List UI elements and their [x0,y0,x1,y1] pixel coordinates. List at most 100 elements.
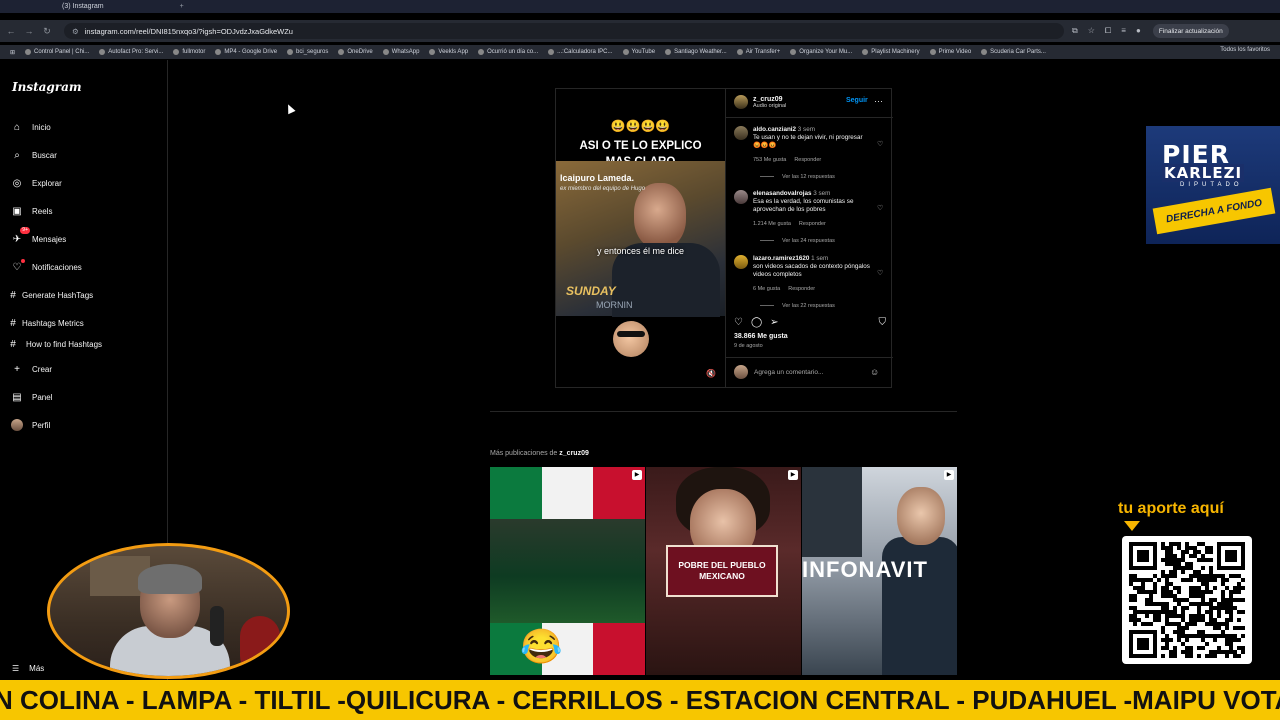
bookmark-item[interactable]: Prime Video [929,49,971,55]
comment-likes[interactable]: 1.214 Me gusta [753,221,791,227]
favicon-icon [215,49,222,55]
bookmark-item[interactable]: Santiago Weather... [665,49,727,55]
qr-module [1201,614,1205,618]
commenter-avatar[interactable] [734,126,748,140]
bookmark-item[interactable]: bci_seguros [287,49,328,55]
commenter-name[interactable]: lazaro.ramirez1620 [753,255,809,262]
likes-count[interactable]: 38.866 Me gusta [734,333,788,340]
update-button[interactable]: Finalizar actualización [1152,24,1229,38]
back-icon[interactable]: ← [4,26,18,36]
media-icon[interactable]: ≡ [1121,26,1126,36]
sidebar-item-crear[interactable]: + Crear [10,362,52,376]
sidebar-item-hashtags-metrics[interactable]: # Hashtags Metrics [6,316,84,330]
comment-input[interactable]: Agrega un comentario... [754,369,823,376]
qr-module [1185,622,1189,626]
qr-module [1153,618,1157,622]
new-tab-icon[interactable]: + [180,3,184,10]
bookmark-item[interactable]: OneDrive [338,49,373,55]
sidebar-item-mensajes[interactable]: ✈ 9+ Mensajes [10,227,66,246]
reel-video[interactable]: 😃😃😃😃 ASI O TE LO EXPLICOMAS CLARO lcaipu… [556,89,725,387]
commenter-avatar[interactable] [734,255,748,269]
more-posts-user[interactable]: z_cruz09 [559,450,589,457]
author-name[interactable]: z_cruz09 [753,96,786,103]
bookmark-item[interactable]: Ocurrió un día co... [478,49,538,55]
bookmark-item[interactable]: Control Panel | Chi... [25,49,89,55]
view-replies-button[interactable]: Ver las 24 respuestas [760,238,835,244]
sidebar-item-buscar[interactable]: ⌕ Buscar [10,148,57,162]
reply-button[interactable]: Responder [788,286,815,292]
qr-module [1181,630,1185,634]
audio-label[interactable]: Audio original [753,103,786,109]
follow-button[interactable]: Seguir [846,97,868,104]
sidebar-item-notificaciones[interactable]: ♡ Notificaciones [10,259,82,274]
bookmark-item[interactable]: Air Transfer+ [736,49,780,55]
sidebar-item-how-to-find-hashtags[interactable]: # How to find Hashtags [6,337,102,351]
qr-module [1177,630,1181,634]
comment-time: 3 sem [813,190,831,197]
site-info-icon[interactable]: ⚙ [72,27,79,36]
qr-module [1161,654,1165,658]
bookmark-item[interactable]: Veekls App [429,49,468,55]
post-thumbnail[interactable]: INFONAVIT ▶ [802,467,957,675]
logo-line2: KARLEZI [1162,164,1245,182]
bookmark-item[interactable]: Scuderia Car Parts... [981,49,1046,55]
emoji-picker-icon[interactable]: ☺ [870,367,879,377]
bookmark-item[interactable]: Playlist Machinery [862,49,920,55]
bookmark-item[interactable]: ...:Calculadora IPC... [548,49,613,55]
save-bookmark-icon[interactable]: ⛉ [879,317,887,328]
qr-module [1189,574,1193,578]
sidebar-item-explorar[interactable]: ◎ Explorar [10,176,62,190]
sidebar-item-mas[interactable]: ☰ Más [12,664,44,673]
apps-icon[interactable]: ⊞ [10,49,15,56]
bookmark-star-icon[interactable]: ☆ [1088,26,1095,36]
comment-like-heart-icon[interactable]: ♡ [877,204,883,212]
background-chair [240,616,280,676]
commenter-name[interactable]: aldo.canziani2 [753,126,796,133]
mute-icon[interactable]: 🔇 [706,369,716,378]
sidebar-item-panel[interactable]: ▤ Panel [10,390,52,404]
like-heart-icon[interactable]: ♡ [734,317,743,328]
bookmark-item[interactable]: WhatsApp [382,49,419,55]
comment-icon[interactable]: ◯ [751,317,762,328]
browser-tab[interactable]: (3) Instagram [56,3,110,10]
bookmark-item[interactable]: fullmotor [173,49,205,55]
commenter-name[interactable]: elenasandovalrojas [753,190,811,197]
post-thumbnail[interactable]: 😂 ▶ [490,467,645,675]
comment-likes[interactable]: 753 Me gusta [753,157,786,163]
install-icon[interactable]: ⧉ [1072,26,1078,36]
reply-button[interactable]: Responder [799,221,826,227]
bookmark-item[interactable]: YouTube [622,49,655,55]
comment-like-heart-icon[interactable]: ♡ [877,269,883,277]
profile-icon[interactable]: ● [1136,26,1141,36]
qr-module [1193,594,1197,598]
url-field[interactable]: ⚙ instagram.com/reel/DNI815nxqo3/?igsh=O… [64,23,1064,39]
sidebar-item-perfil[interactable]: Perfil [10,418,50,432]
bookmark-item[interactable]: Organize Your Mu... [790,49,852,55]
more-options-icon[interactable]: ⋯ [874,96,883,107]
extensions-icon[interactable]: ⧠ [1105,26,1111,36]
reload-icon[interactable]: ↻ [40,26,54,37]
forward-icon[interactable]: → [22,26,36,36]
qr-module [1189,594,1193,598]
sidebar-item-inicio[interactable]: ⌂ Inicio [10,120,51,134]
sidebar-item-reels[interactable]: ▣ Reels [10,204,52,218]
view-replies-button[interactable]: Ver las 12 respuestas [760,174,835,180]
commenter-avatar[interactable] [734,190,748,204]
share-icon[interactable]: ➢ [770,317,778,328]
author-avatar[interactable] [734,95,748,109]
view-replies-button[interactable]: Ver las 22 respuestas [760,303,835,309]
reply-button[interactable]: Responder [794,157,821,163]
sidebar-item-generate-hashtags[interactable]: # Generate HashTags [6,288,93,302]
post-thumbnail[interactable]: POBRE DEL PUEBLO MEXICANO ▶ [646,467,801,675]
qr-module [1197,610,1201,614]
all-favorites-link[interactable]: Todos los favoritos [1220,47,1270,53]
qr-module [1161,574,1165,578]
comment-like-heart-icon[interactable]: ♡ [877,140,883,148]
comment-likes[interactable]: 6 Me gusta [753,286,780,292]
bookmark-item[interactable]: MP4 - Google Drive [215,49,277,55]
bookmark-item[interactable]: Autofact Pro: Servi... [99,49,163,55]
instagram-logo[interactable]: Instagram [12,80,82,94]
qr-module [1205,634,1209,638]
add-comment-row[interactable]: Agrega un comentario... [734,365,823,379]
video-lower-third-name: lcaipuro Lameda. [560,173,635,183]
